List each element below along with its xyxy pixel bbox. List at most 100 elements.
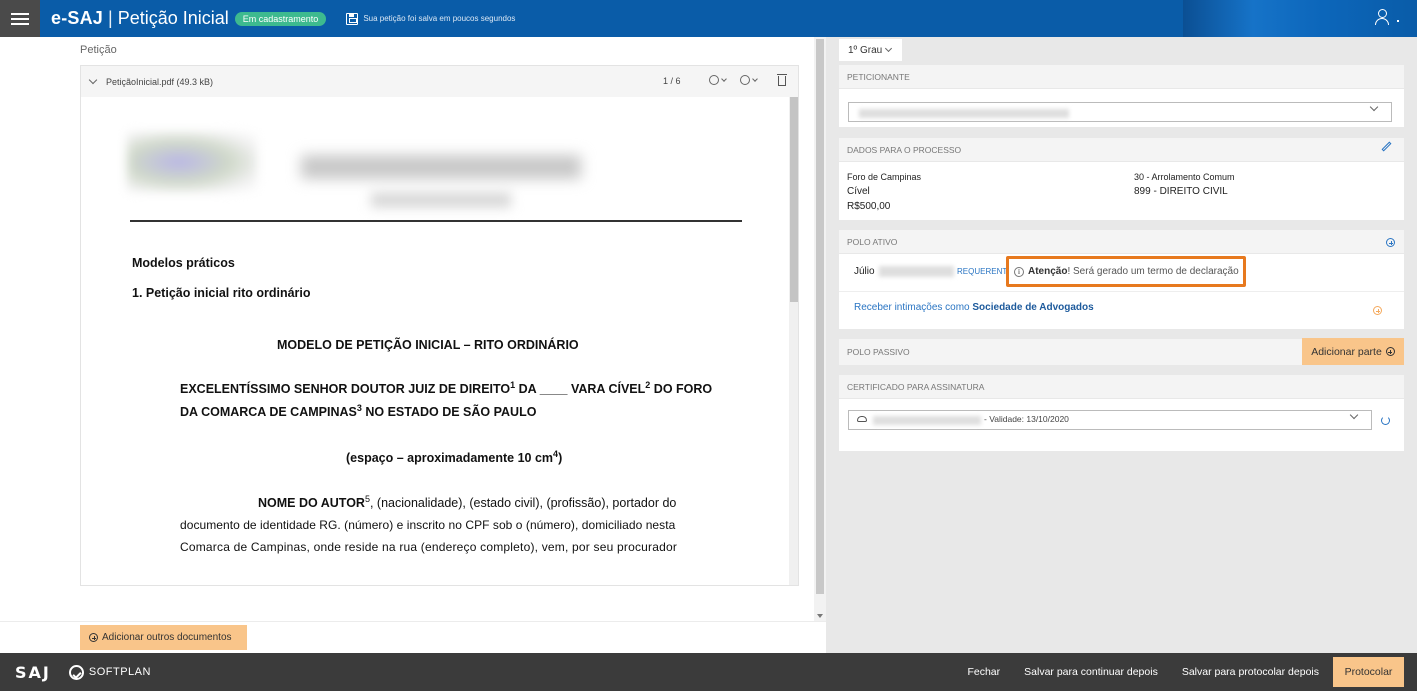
user-menu-dot (1397, 20, 1399, 22)
document-panel: Petição PetiçãoInicial.pdf (49.3 kB) 1 /… (0, 37, 826, 653)
save-protocol-button[interactable]: Salvar para protocolar depois (1182, 666, 1319, 678)
save-continue-button[interactable]: Salvar para continuar depois (1024, 666, 1158, 678)
doc-body-line3: Comarca de Campinas, onde reside na rua … (180, 540, 678, 554)
chevron-down-icon (1349, 410, 1359, 420)
intimacoes-link[interactable]: Receber intimações como Sociedade de Adv… (854, 302, 1094, 313)
doc-heading-models: Modelos práticos (132, 256, 235, 270)
zoom-in-button[interactable] (740, 75, 758, 85)
divider (0, 621, 826, 622)
save-status-text: Sua petição foi salva em poucos segundos (363, 14, 516, 23)
trash-icon[interactable] (777, 74, 787, 86)
chevron-down-icon (1369, 102, 1379, 112)
polo-ativo-header: POLO ATIVO (839, 230, 1404, 254)
certificado-validity: - Validade: 13/10/2020 (984, 414, 1069, 424)
doc-heading-item: 1. Petição inicial rito ordinário (132, 286, 311, 300)
doc-text: ) (558, 451, 563, 465)
blurred-heading (301, 155, 581, 179)
document-scrollbar-thumb[interactable] (790, 97, 798, 302)
add-documents-button[interactable]: Adicionar outros documentos (80, 625, 247, 650)
document-rule (130, 220, 742, 222)
panel-scrollbar-thumb[interactable] (816, 39, 824, 594)
document-viewer: PetiçãoInicial.pdf (49.3 kB) 1 / 6 Model… (80, 65, 799, 586)
user-area (1183, 0, 1417, 37)
doc-space-note: (espaço – aproximadamente 10 cm4) (346, 449, 563, 465)
doc-body-line2: documento de identidade RG. (número) e i… (180, 518, 676, 532)
certificado-select[interactable]: - Validade: 13/10/2020 (848, 410, 1372, 430)
softplan-logo: SOFTPLAN (68, 664, 151, 680)
refresh-icon[interactable] (1381, 416, 1390, 425)
zoom-out-button[interactable] (709, 75, 727, 85)
doc-author-name: NOME DO AUTOR (258, 496, 365, 510)
collapse-chevron-icon[interactable] (88, 75, 98, 84)
blurred-logo (127, 132, 257, 192)
peticionante-header: PETICIONANTE (839, 65, 1404, 89)
protocol-button[interactable]: Protocolar (1333, 657, 1404, 687)
certificado-header: CERTIFICADO PARA ASSINATURA (839, 375, 1404, 399)
page-indicator: 1 / 6 (663, 76, 681, 86)
document-file-name[interactable]: PetiçãoInicial.pdf (49.3 kB) (106, 77, 213, 87)
doc-address-line1: EXCELENTÍSSIMO SENHOR DOUTOR JUIZ DE DIR… (180, 380, 713, 396)
dados-processo-title: DADOS PARA O PROCESSO (847, 144, 962, 155)
doc-text: DA ____ VARA CÍVEL (515, 382, 646, 396)
attention-label: Atenção (1028, 266, 1068, 277)
footer-actions: Fechar Salvar para continuar depois Salv… (967, 657, 1404, 687)
form-panel: 1º Grau PETICIONANTE DADOS PARA O PROCES… (826, 37, 1417, 653)
doc-address-line2: DA COMARCA DE CAMPINAS3 NO ESTADO DE SÃO… (180, 403, 537, 419)
tab-grau[interactable]: 1º Grau (839, 39, 902, 61)
dados-processo-card: DADOS PARA O PROCESSO Foro de Campinas C… (839, 138, 1404, 220)
info-icon: i (1014, 266, 1024, 277)
party-name: Júlio (854, 266, 875, 277)
intimacoes-row: Receber intimações como Sociedade de Adv… (839, 292, 1404, 329)
blurred-certificate-name (873, 416, 981, 425)
scroll-down-arrow-icon[interactable] (817, 614, 823, 618)
tab-grau-label: 1º Grau (848, 44, 883, 56)
pencil-icon[interactable] (1381, 141, 1392, 152)
brand-separator: | (108, 8, 113, 28)
hamburger-menu-icon[interactable] (0, 0, 40, 37)
valor-value: R$500,00 (847, 201, 891, 212)
chevron-down-icon (721, 76, 727, 82)
section-label-peticao: Petição (80, 44, 117, 56)
doc-body-line1: NOME DO AUTOR5, (nacionalidade), (estado… (258, 494, 677, 510)
plus-circle-icon (1385, 347, 1395, 356)
doc-text: NO ESTADO DE SÃO PAULO (361, 405, 537, 419)
doc-text: DO FORO (650, 382, 713, 396)
intimacoes-bold: Sociedade de Advogados (972, 302, 1094, 313)
cloud-icon (857, 416, 867, 422)
party-role[interactable]: REQUERENTE (957, 267, 1013, 276)
user-icon[interactable] (1375, 9, 1389, 27)
doc-text: DA COMARCA DE CAMPINAS (180, 405, 357, 419)
panel-scrollbar[interactable] (814, 37, 826, 622)
certificado-card: CERTIFICADO PARA ASSINATURA - Validade: … (839, 375, 1404, 451)
zoom-out-icon (709, 75, 719, 85)
intimacoes-prefix: Receber intimações como (854, 302, 973, 313)
add-polo-ativo-icon[interactable] (1386, 238, 1395, 247)
foro-value: Foro de Campinas (847, 172, 922, 182)
attention-text: ! Será gerado um termo de declaração (1067, 266, 1239, 277)
blurred-subheading (371, 193, 511, 207)
assunto-value: 899 - DIREITO CIVIL (1134, 186, 1228, 197)
doc-text: , (nacionalidade), (estado civil), (prof… (369, 496, 677, 510)
floppy-disk-icon (346, 12, 359, 25)
close-button[interactable]: Fechar (967, 666, 1000, 678)
peticionante-select[interactable] (848, 102, 1392, 122)
footer-bar: SAJ SOFTPLAN Fechar Salvar para continua… (0, 653, 1417, 691)
add-part-label: Adicionar parte (1311, 345, 1382, 358)
top-bar: e-SAJ | Petição Inicial Em cadastramento… (0, 0, 1417, 37)
classe-value: 30 - Arrolamento Comum (1134, 172, 1235, 182)
brand-logo: e-SAJ (51, 8, 104, 28)
softplan-text: SOFTPLAN (88, 666, 151, 678)
document-scrollbar[interactable] (789, 97, 798, 585)
page-title: Petição Inicial (117, 8, 229, 28)
add-part-button[interactable]: Adicionar parte (1302, 338, 1404, 365)
plus-circle-icon (89, 633, 98, 642)
attention-message: i Atenção ! Será gerado um termo de decl… (1006, 256, 1246, 287)
softplan-icon (68, 664, 84, 680)
add-documents-label: Adicionar outros documentos (102, 632, 232, 643)
dados-processo-header: DADOS PARA O PROCESSO (839, 138, 1404, 162)
area-value: Cível (847, 186, 870, 197)
chevron-down-icon (752, 76, 758, 82)
document-header: PetiçãoInicial.pdf (49.3 kB) 1 / 6 (81, 66, 798, 97)
peticionante-card: PETICIONANTE (839, 65, 1404, 127)
add-intimacao-icon[interactable] (1373, 306, 1382, 315)
